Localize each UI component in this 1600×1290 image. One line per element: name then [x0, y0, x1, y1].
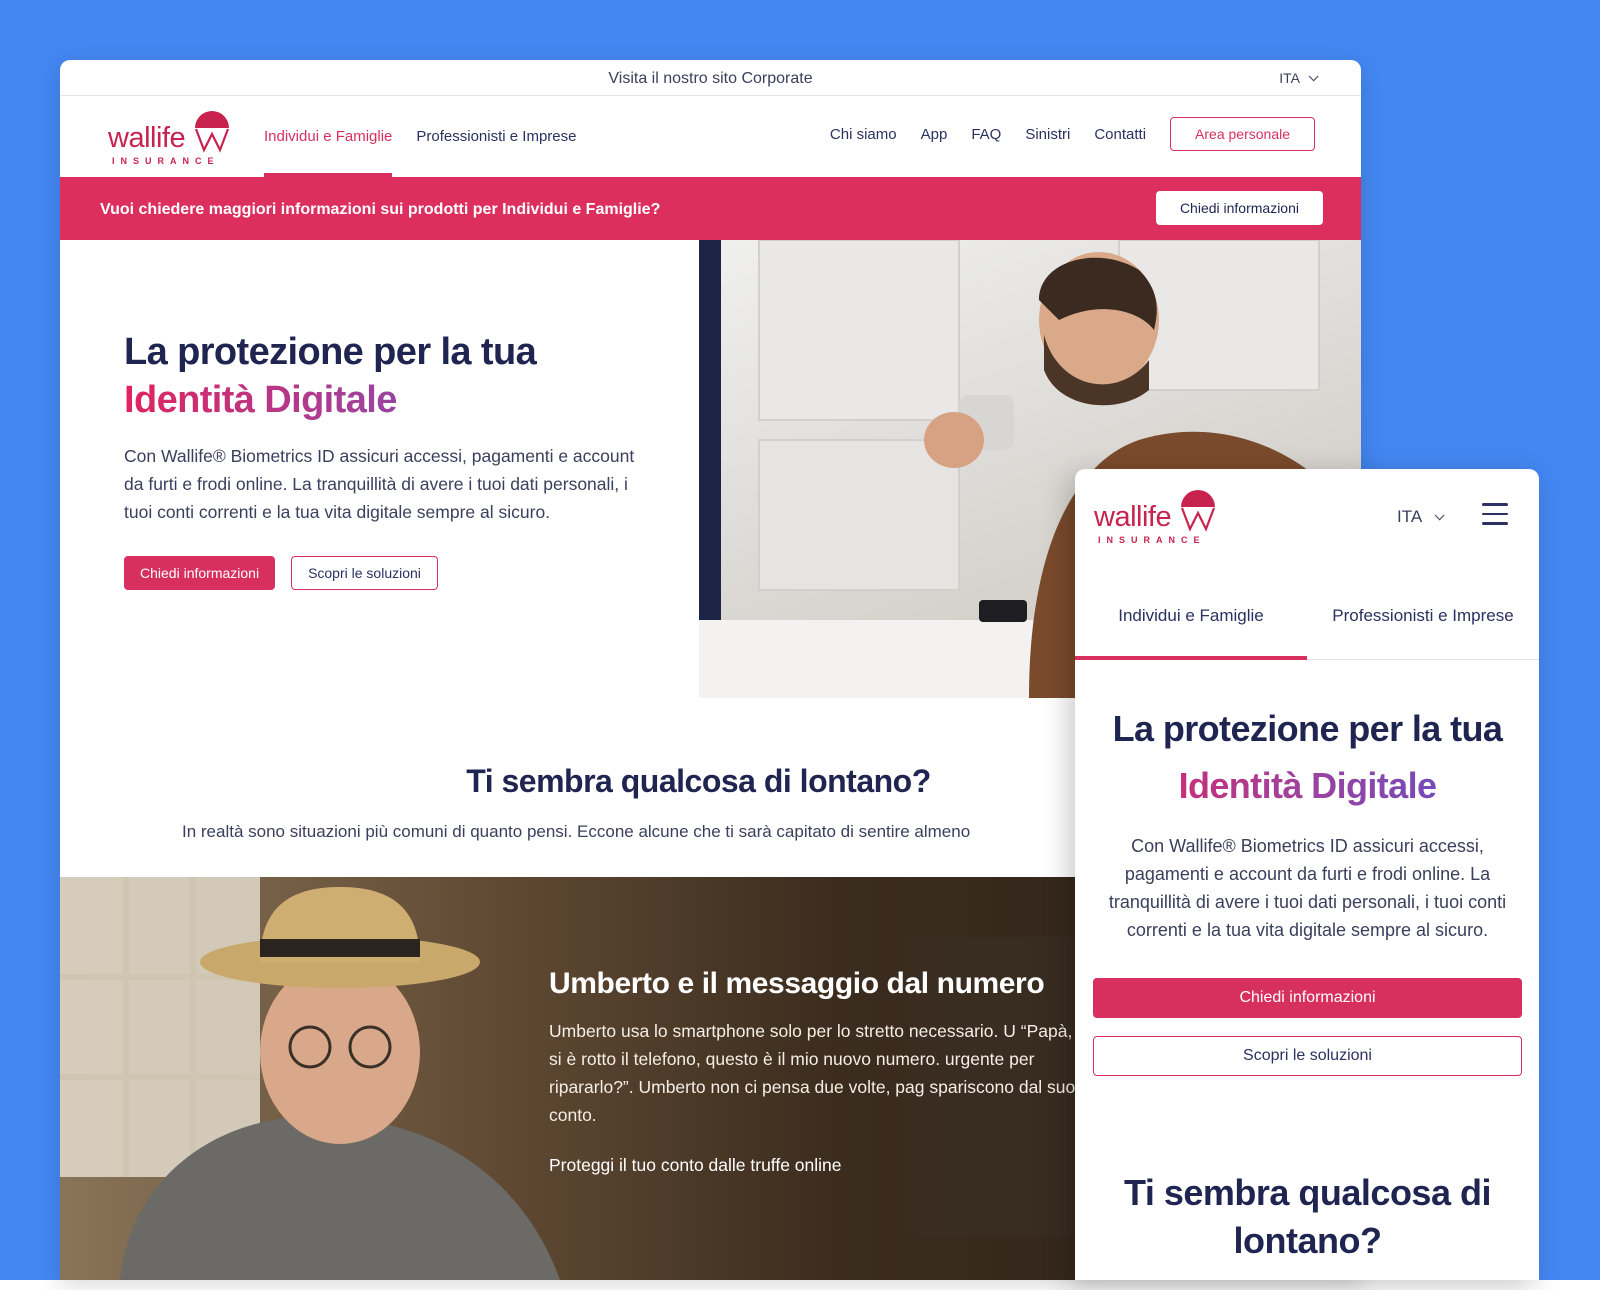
mobile-tab-professionisti-imprese[interactable]: Professionisti e Imprese: [1307, 569, 1539, 659]
nav-sinistri[interactable]: Sinistri: [1025, 126, 1070, 143]
mobile-header: wallife INSURANCE ITA: [1075, 469, 1539, 569]
mobile-discover-solutions-button[interactable]: Scopri le soluzioni: [1093, 1036, 1522, 1076]
info-banner: Vuoi chiedere maggiori informazioni sui …: [60, 177, 1361, 240]
mobile-tab-individui-famiglie[interactable]: Individui e Famiglie: [1075, 569, 1307, 660]
section-subtitle: In realtà sono situazioni più comuni di …: [182, 822, 971, 841]
main-navbar: wallife INSURANCE Individui e Famiglie P…: [60, 96, 1361, 177]
area-personale-button[interactable]: Area personale: [1170, 117, 1315, 151]
parachute-logo-icon: [1180, 490, 1216, 532]
hero-title: La protezione per la tua Identità Digita…: [124, 328, 644, 424]
chevron-down-icon: [1434, 509, 1445, 520]
story-paragraph: Umberto usa lo smartphone solo per lo st…: [549, 1021, 1096, 1125]
nav-app[interactable]: App: [921, 126, 948, 143]
banner-text: Vuoi chiedere maggiori informazioni sui …: [100, 201, 661, 218]
hero-paragraph: Con Wallife® Biometrics ID assicuri acce…: [124, 446, 635, 522]
hero-buttons: Chiedi informazioni Scopri le soluzioni: [124, 556, 644, 590]
hamburger-menu-icon[interactable]: [1482, 503, 1508, 525]
mobile-hero-section: La protezione per la tua Identità Digita…: [1093, 700, 1522, 1076]
parachute-logo-icon: [194, 111, 230, 153]
logo-wordmark: wallife: [108, 122, 186, 154]
hero-discover-solutions-button[interactable]: Scopri le soluzioni: [291, 556, 438, 590]
hero-title-line1: La protezione per la tua: [124, 331, 537, 373]
story-protect-link[interactable]: Proteggi il tuo conto dalle truffe onlin…: [549, 1155, 1109, 1176]
nav-faq[interactable]: FAQ: [971, 126, 1001, 143]
mobile-window: wallife INSURANCE ITA Individui e Famigl…: [1075, 469, 1539, 1280]
mobile-section-title: Ti sembra qualcosa di lontano?: [1124, 1172, 1491, 1261]
language-selector[interactable]: ITA: [1279, 70, 1319, 86]
nav-individui-famiglie[interactable]: Individui e Famiglie: [264, 96, 393, 177]
segment-nav: Individui e Famiglie Professionisti e Im…: [264, 96, 600, 177]
mobile-logo-wordmark: wallife: [1094, 501, 1172, 533]
mobile-language-label: ITA: [1397, 507, 1423, 526]
corporate-link[interactable]: Visita il nostro sito Corporate: [60, 70, 1361, 88]
nav-contatti[interactable]: Contatti: [1094, 126, 1146, 143]
mobile-hero-title-highlight: Identità Digitale: [1093, 757, 1522, 814]
story-title: Umberto e il messaggio dal numero: [549, 967, 1045, 1000]
hero-title-highlight: Identità Digitale: [124, 376, 644, 424]
mobile-language-selector[interactable]: ITA: [1397, 507, 1445, 527]
secondary-nav: Chi siamo App FAQ Sinistri Contatti Area…: [830, 117, 1315, 151]
top-bar: Visita il nostro sito Corporate ITA: [60, 60, 1361, 96]
mobile-hero-title: La protezione per la tua Identità Digita…: [1093, 700, 1522, 814]
hero-section: La protezione per la tua Identità Digita…: [124, 328, 644, 590]
mobile-request-info-button[interactable]: Chiedi informazioni: [1093, 978, 1522, 1018]
mobile-hero-title-line1: La protezione per la tua: [1112, 708, 1503, 749]
language-label: ITA: [1279, 70, 1300, 86]
story-content: Umberto e il messaggio dal numero Umbert…: [549, 967, 1109, 1176]
nav-chi-siamo[interactable]: Chi siamo: [830, 126, 897, 143]
wallife-logo[interactable]: wallife INSURANCE: [108, 108, 238, 168]
banner-request-info-button[interactable]: Chiedi informazioni: [1155, 191, 1323, 225]
mobile-logo-subtitle: INSURANCE: [1098, 535, 1206, 545]
nav-professionisti-imprese[interactable]: Professionisti e Imprese: [416, 96, 576, 177]
mobile-segment-tabs: Individui e Famiglie Professionisti e Im…: [1075, 569, 1539, 660]
hero-request-info-button[interactable]: Chiedi informazioni: [124, 556, 276, 590]
logo-subtitle: INSURANCE: [112, 156, 220, 166]
mobile-wallife-logo[interactable]: wallife INSURANCE: [1094, 487, 1224, 547]
mobile-hero-paragraph: Con Wallife® Biometrics ID assicuri acce…: [1108, 836, 1507, 940]
